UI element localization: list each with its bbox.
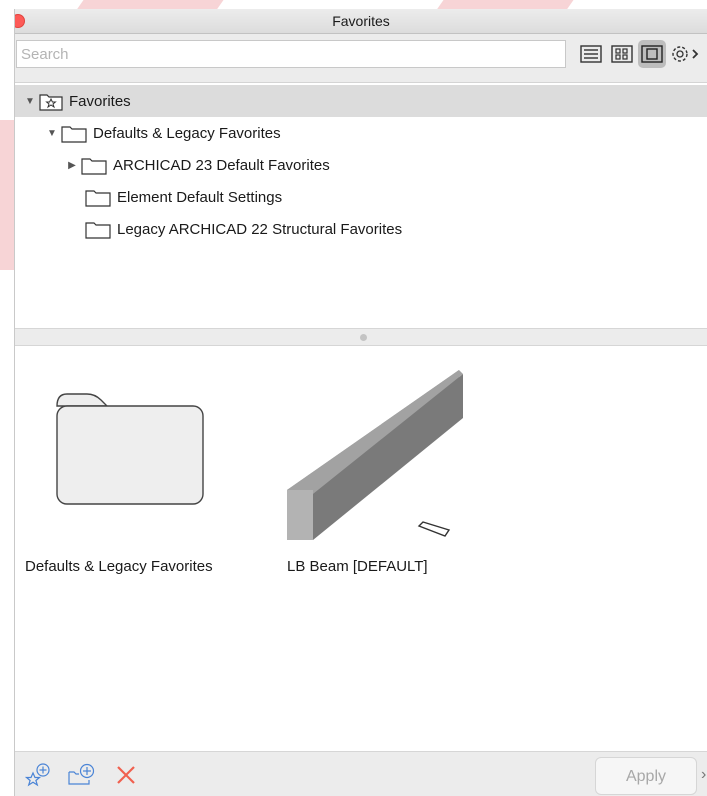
folder-icon bbox=[85, 190, 111, 207]
more-options-icon[interactable]: › bbox=[701, 766, 706, 784]
tree-item-label: Legacy ARCHICAD 22 Structural Favorites bbox=[117, 220, 403, 238]
apply-button[interactable]: Apply bbox=[595, 757, 697, 795]
search-input[interactable] bbox=[16, 40, 566, 68]
tree-item-label: Element Default Settings bbox=[117, 188, 283, 206]
add-favorite-icon bbox=[24, 763, 50, 787]
settings-gear-icon bbox=[672, 46, 699, 62]
expand-triangle-icon[interactable]: ▼ bbox=[25, 96, 35, 107]
favorites-tree: ▼ Favorites ▼ Defaults & Legacy Favorite… bbox=[15, 82, 707, 328]
new-folder-icon bbox=[68, 763, 95, 785]
tree-item-favorites[interactable]: ▼ Favorites bbox=[15, 85, 707, 117]
list-view-icon bbox=[580, 45, 602, 63]
grid-view-button[interactable] bbox=[608, 40, 636, 68]
folder-icon bbox=[61, 126, 87, 143]
folder-icon bbox=[81, 158, 107, 175]
tree-item-label: Favorites bbox=[69, 92, 131, 110]
delete-icon bbox=[117, 766, 135, 784]
footer-bar: Apply › bbox=[15, 751, 707, 796]
add-favorite-button[interactable] bbox=[24, 762, 51, 788]
grid-view-icon bbox=[611, 45, 633, 63]
title-bar: Favorites bbox=[15, 9, 707, 34]
large-folder-icon bbox=[56, 393, 204, 505]
preview-view-icon bbox=[641, 45, 663, 63]
window-title: Favorites bbox=[332, 13, 390, 29]
tree-item-element-default[interactable]: Element Default Settings bbox=[15, 181, 707, 213]
collapse-triangle-icon[interactable]: ▶ bbox=[67, 160, 77, 171]
favorites-panel: Favorites Search ▼ Favorites ▼ Defaults … bbox=[14, 9, 707, 796]
tree-item-label: Defaults & Legacy Favorites bbox=[93, 124, 281, 142]
content-item-label: Defaults & Legacy Favorites bbox=[25, 558, 213, 575]
new-folder-button[interactable] bbox=[67, 762, 97, 788]
tree-item-label: ARCHICAD 23 Default Favorites bbox=[113, 156, 330, 174]
expand-triangle-icon[interactable]: ▼ bbox=[47, 128, 57, 139]
settings-button[interactable] bbox=[669, 40, 705, 68]
tree-item-defaults-legacy[interactable]: ▼ Defaults & Legacy Favorites bbox=[15, 117, 707, 149]
content-item-folder[interactable]: Defaults & Legacy Favorites bbox=[15, 346, 255, 586]
star-folder-icon bbox=[39, 94, 63, 111]
beam-icon bbox=[287, 370, 463, 540]
folder-icon bbox=[85, 222, 111, 239]
close-button[interactable] bbox=[15, 14, 25, 28]
pane-splitter[interactable] bbox=[15, 328, 707, 346]
preview-view-button[interactable] bbox=[638, 40, 666, 68]
content-item-label: LB Beam [DEFAULT] bbox=[287, 558, 428, 575]
watermark-shape bbox=[0, 120, 14, 270]
tree-item-archicad23[interactable]: ▶ ARCHICAD 23 Default Favorites bbox=[15, 149, 707, 181]
toolbar bbox=[15, 34, 707, 82]
preview-area: Defaults & Legacy Favorites LB Beam [DEF… bbox=[15, 346, 707, 751]
content-item-beam[interactable]: LB Beam [DEFAULT] bbox=[265, 346, 465, 586]
delete-button[interactable] bbox=[115, 764, 137, 786]
tree-item-legacy-structural[interactable]: Legacy ARCHICAD 22 Structural Favorites bbox=[15, 213, 707, 245]
list-view-button[interactable] bbox=[577, 40, 605, 68]
splitter-grip[interactable] bbox=[360, 334, 367, 341]
